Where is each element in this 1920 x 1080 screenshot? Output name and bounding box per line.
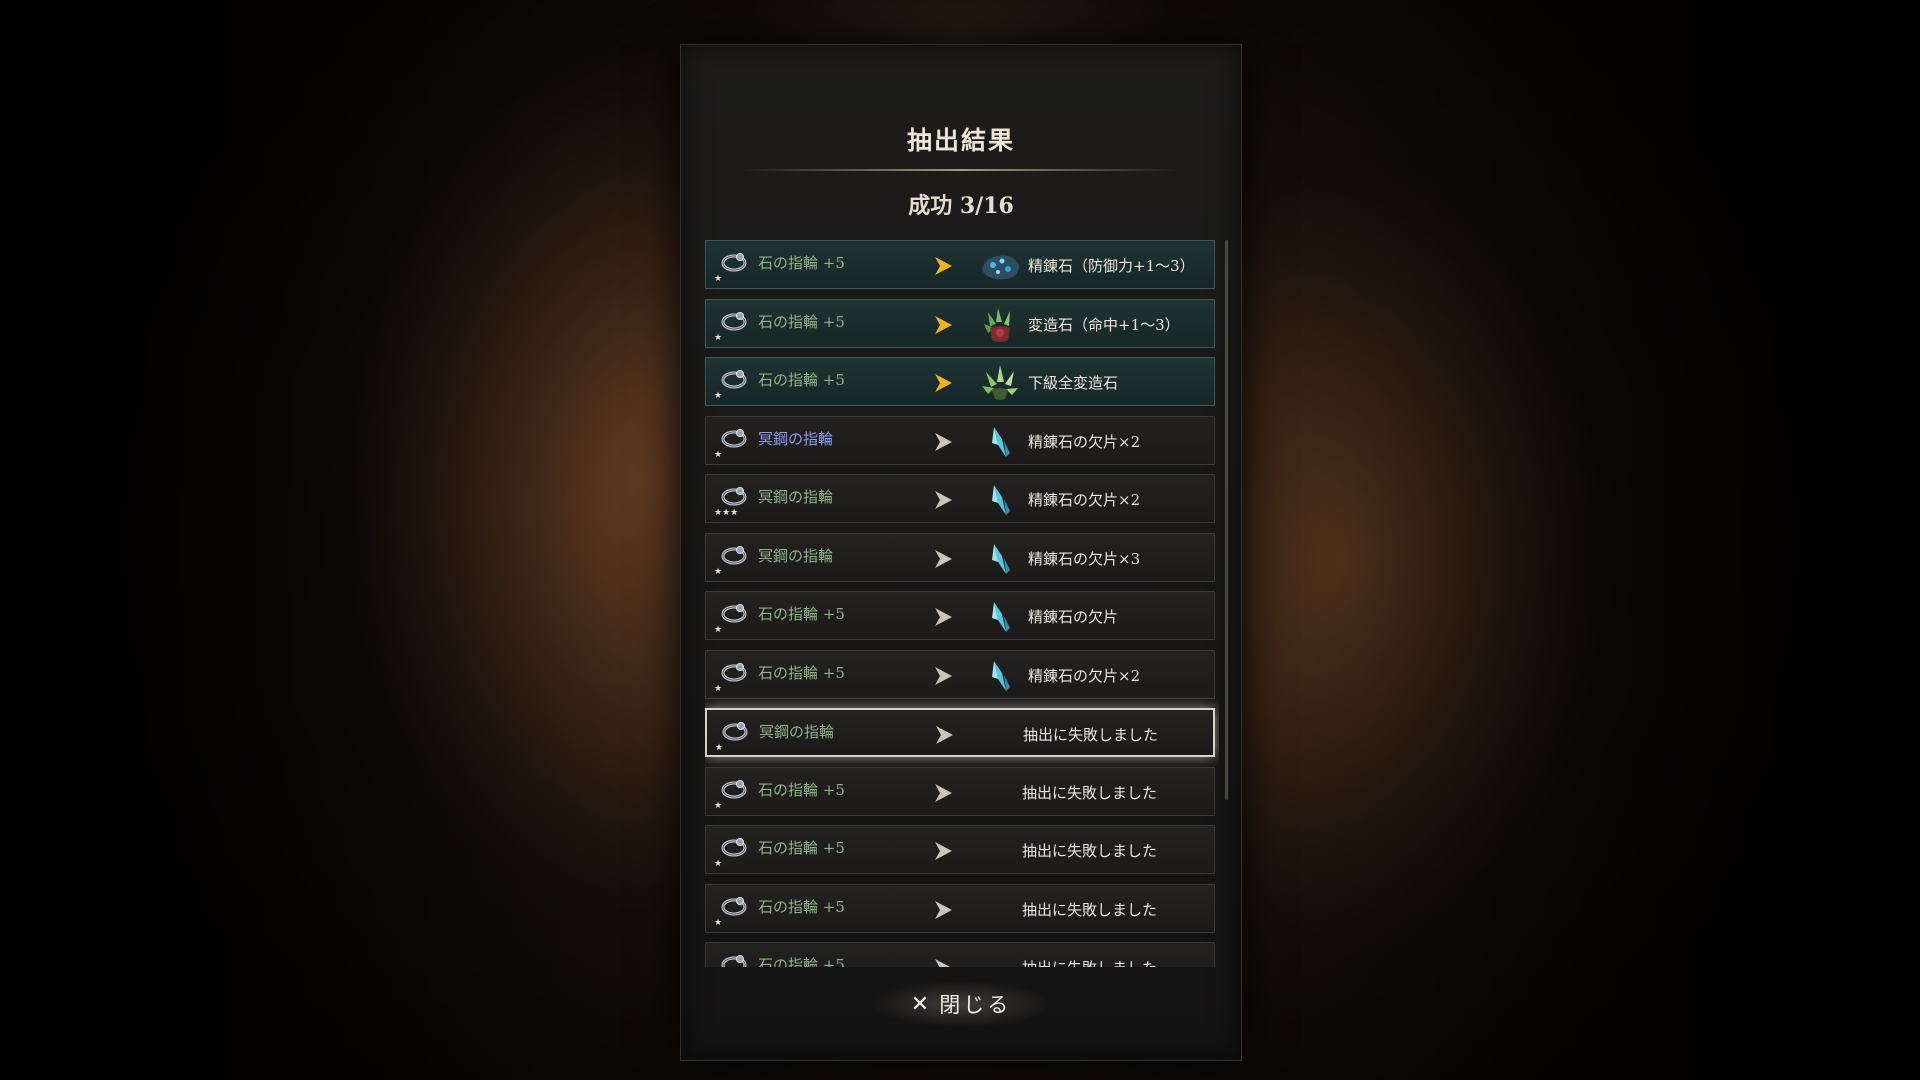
result-item-name: 精錬石の欠片 [1028,608,1119,626]
arrow-icon [932,782,954,804]
arrow-icon [932,840,954,862]
dialog-title: 抽出結果 [906,126,1015,155]
source-item-name: 石の指輪 +5 [758,897,845,916]
failure-message: 抽出に失敗しました [1022,842,1158,860]
ring-icon [720,836,748,858]
result-row[interactable]: ★ 石の指輪 +5 抽出に失敗しました [705,883,1215,933]
result-row[interactable]: ★ 石の指輪 +5 精錬石（防御力+1～3） [705,240,1215,289]
result-row[interactable]: ★石の指輪 +5抽出に失敗しました [705,942,1215,967]
rarity-stars: ★ [714,859,723,869]
failure-message: 抽出に失敗しました [1022,783,1158,802]
success-count: 成功 3/16 [908,193,1014,219]
result-row[interactable]: ★ 冥鋼の指輪 抽出に失敗しました [705,708,1215,757]
arrow-icon [932,489,954,511]
failure-message: 抽出に失敗しました [1022,957,1157,967]
rarity-stars: ★ [714,566,723,577]
rarity-stars: ★ [714,274,723,284]
ring-icon [720,661,748,683]
source-item-name: 石の指輪 +5 [758,254,845,272]
rarity-stars: ★ [714,683,723,694]
source-item-name: 冥鋼の指輪 [758,546,834,565]
source-item-name: 冥鋼の指輪 [758,429,834,448]
result-item-name: 精錬石の欠片×3 [1028,549,1141,568]
ring-icon [720,251,748,273]
ring-icon [720,544,748,566]
extraction-result-dialog: 抽出結果 成功 3/16 ★ 石の指輪 +5 精錬石（防御力+1～3） ★ 石の指輪 +… [680,44,1242,1061]
arrow-icon [932,665,954,687]
result-list[interactable]: ★ 石の指輪 +5 精錬石（防御力+1～3） ★ 石の指輪 +5 変造石（命中+1～3） ★… [705,240,1219,967]
result-row[interactable]: ★ 石の指輪 +5 抽出に失敗しました [705,766,1215,816]
ring-icon [721,720,749,742]
source-item-name: 冥鋼の指輪 [759,723,835,741]
arrow-icon [932,431,954,453]
arrow-success-icon [932,255,954,277]
source-item-name: 石の指輪 +5 [758,956,845,967]
rarity-stars: ★ [715,743,724,753]
arrow-icon [932,899,954,921]
arrow-success-icon [932,372,954,394]
result-item-name: 精錬石の欠片×2 [1028,666,1141,685]
result-item-name: 精錬石の欠片×2 [1028,432,1141,451]
crystal-shard-icon [978,481,1022,519]
failure-message: 抽出に失敗しました [1023,726,1159,744]
close-button-label: 閉じる [939,993,1012,1017]
rarity-stars: ★ [714,625,723,635]
result-row[interactable]: ★ 石の指輪 +5 精錬石の欠片×2 [705,649,1215,699]
ring-icon [720,953,748,967]
red-crystal-cluster-icon [978,306,1022,344]
ring-icon [720,602,748,624]
crystal-shard-icon [978,598,1022,636]
result-item-name: 精錬石の欠片×2 [1028,491,1141,509]
arrow-success-icon [932,314,954,336]
result-item-name: 下級全変造石 [1028,374,1119,392]
result-row[interactable]: ★ 石の指輪 +5 精錬石の欠片 [705,591,1215,640]
crystal-shard-icon [978,657,1022,695]
rarity-stars: ★ [714,332,723,343]
rarity-stars: ★ [714,800,723,811]
result-row[interactable]: ★ 冥鋼の指輪 精錬石の欠片×3 [705,532,1215,582]
crystal-shard-icon [978,423,1022,461]
source-item-name: 石の指輪 +5 [758,371,845,389]
result-row[interactable]: ★ 石の指輪 +5 変造石（命中+1～3） [705,298,1215,348]
close-icon: ✕ [910,991,930,1017]
ring-icon [720,368,748,390]
close-button[interactable]: ✕ 閉じる [871,981,1051,1027]
rarity-stars: ★ [714,449,723,460]
source-item-name: 石の指輪 +5 [758,605,845,623]
ring-icon [720,310,748,332]
ring-icon [720,485,748,507]
result-row[interactable]: ★ 石の指輪 +5 下級全変造石 [705,357,1215,406]
result-row[interactable]: ★★★ 冥鋼の指輪 精錬石の欠片×2 [705,474,1215,523]
rarity-stars: ★★★ [714,508,739,518]
ring-icon [720,427,748,449]
result-row[interactable]: ★ 石の指輪 +5 抽出に失敗しました [705,825,1215,874]
rarity-stars: ★ [714,391,723,401]
result-list-scrollbar[interactable] [1225,240,1228,800]
blue-ore-icon [978,247,1022,285]
title-divider [743,169,1179,171]
failure-message: 抽出に失敗しました [1022,900,1158,919]
result-item-name: 変造石（命中+1～3） [1028,315,1180,334]
result-item-name: 精錬石（防御力+1～3） [1028,257,1195,275]
ring-icon [720,778,748,800]
arrow-icon [932,548,954,570]
green-crystal-cluster-icon [978,364,1022,402]
arrow-icon [933,724,955,746]
source-item-name: 石の指輪 +5 [758,312,845,331]
crystal-shard-icon [978,540,1022,578]
source-item-name: 石の指輪 +5 [758,839,845,857]
result-row[interactable]: ★ 冥鋼の指輪 精錬石の欠片×2 [705,415,1215,465]
source-item-name: 石の指輪 +5 [758,780,845,799]
rarity-stars: ★ [714,917,723,928]
source-item-name: 冥鋼の指輪 [758,488,834,506]
source-item-name: 石の指輪 +5 [758,663,845,682]
arrow-icon [932,957,954,967]
ring-icon [720,895,748,917]
arrow-icon [932,606,954,628]
